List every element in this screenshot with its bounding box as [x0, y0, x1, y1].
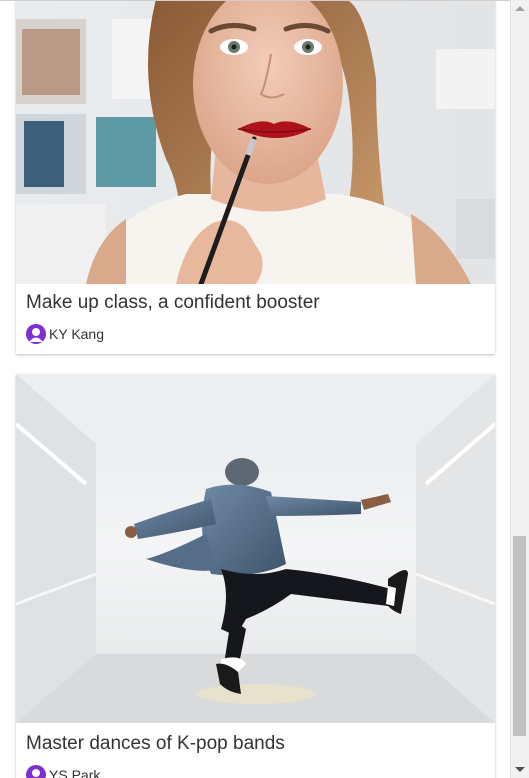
- course-card[interactable]: Master dances of K-pop bands YS Park: [16, 374, 495, 778]
- vertical-scrollbar[interactable]: [510, 0, 529, 778]
- author-name: YS Park: [49, 767, 101, 778]
- scroll-down-arrow-icon[interactable]: [515, 767, 525, 772]
- user-avatar-icon: [26, 324, 46, 344]
- author-name: KY Kang: [49, 326, 105, 342]
- scroll-up-arrow-icon[interactable]: [515, 6, 525, 11]
- course-feed: Make up class, a confident booster KY Ka…: [0, 0, 510, 778]
- course-title[interactable]: Master dances of K-pop bands: [26, 733, 285, 755]
- course-author[interactable]: KY Kang: [26, 324, 104, 344]
- course-author[interactable]: YS Park: [26, 765, 100, 778]
- course-title[interactable]: Make up class, a confident booster: [26, 292, 320, 314]
- course-image-kpop-dance[interactable]: [16, 374, 495, 723]
- course-image-makeup[interactable]: [16, 1, 495, 284]
- user-avatar-icon: [26, 765, 46, 778]
- course-card[interactable]: Make up class, a confident booster KY Ka…: [16, 1, 495, 354]
- scroll-thumb[interactable]: [513, 536, 526, 736]
